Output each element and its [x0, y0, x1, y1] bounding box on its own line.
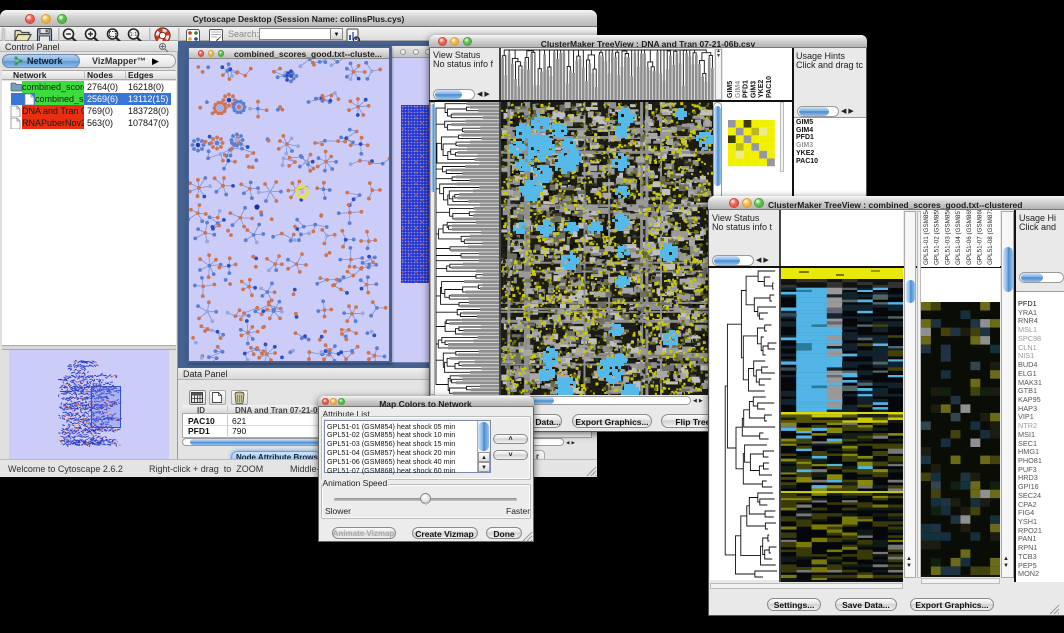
svg-text:YKE2: YKE2	[758, 80, 765, 98]
svg-text:1:1: 1:1	[130, 32, 138, 38]
svg-text:PAC10: PAC10	[766, 76, 773, 98]
svg-text:PFD1: PFD1	[743, 80, 750, 98]
svg-text:GIM3: GIM3	[750, 81, 757, 98]
svg-text:GIM4: GIM4	[735, 81, 742, 98]
svg-text:GIM5: GIM5	[727, 81, 734, 98]
